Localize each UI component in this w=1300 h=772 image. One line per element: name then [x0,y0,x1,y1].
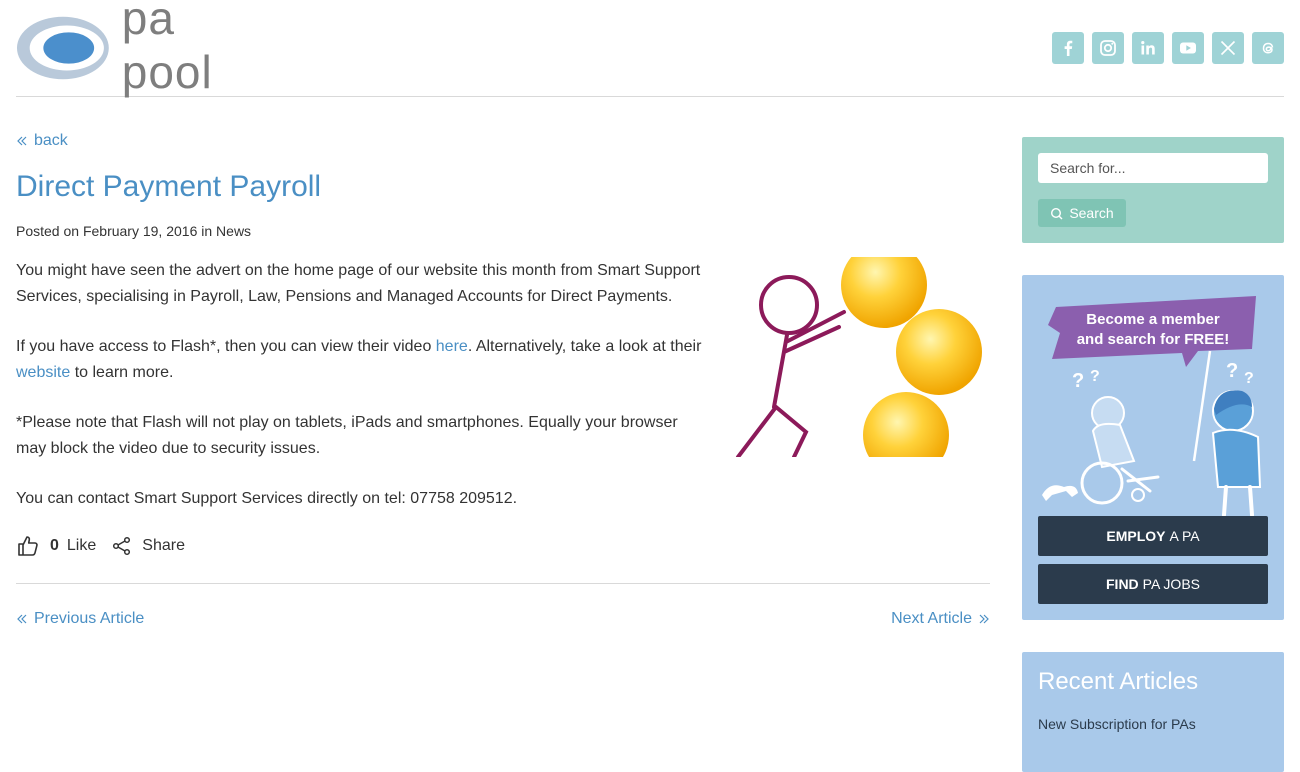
p2-text-before: If you have access to Flash*, then you c… [16,338,436,355]
share-icon [113,536,131,556]
double-chevron-right-icon [979,614,989,624]
article-divider [16,583,990,584]
next-article-link[interactable]: Next Article [891,610,990,628]
svg-text:?: ? [1090,368,1100,385]
next-article-label: Next Article [891,610,972,627]
threads-icon[interactable] [1252,32,1284,64]
p2-text-middle: . Alternatively, take a look at their [467,338,702,355]
article-meta: Posted on February 19, 2016 in News [16,223,251,239]
search-button[interactable]: Search [1038,199,1126,227]
previous-article-link[interactable]: Previous Article [16,610,144,628]
logo-text: pa pool [121,0,213,98]
paragraph-3: *Please note that Flash will not play on… [16,414,678,457]
paragraph-2: If you have access to Flash*, then you c… [16,334,706,386]
find-rest: PA JOBS [1142,576,1200,592]
paragraph-1: You might have seen the advert on the ho… [16,262,701,305]
double-chevron-left-icon [17,136,27,146]
here-link[interactable]: here [436,338,468,355]
facebook-icon[interactable] [1052,32,1084,64]
employ-rest: A PA [1169,528,1200,544]
svg-text:?: ? [1244,370,1254,387]
back-link[interactable]: back [16,132,68,150]
previous-article-label: Previous Article [34,610,145,627]
find-pa-jobs-button[interactable]: FIND PA JOBS [1038,564,1268,604]
article-title: Direct Payment Payroll [16,170,322,203]
share-button[interactable]: Share [112,536,185,556]
p2-text-after: to learn more. [70,364,174,381]
promo-line-2: and search for FREE! [1077,331,1230,348]
meta-prefix: Posted on [16,223,80,239]
pa-pool-logo[interactable]: pa pool [16,0,276,98]
sidebar-search-panel: Search [1022,137,1284,243]
like-button[interactable]: Like [67,537,96,555]
youtube-icon[interactable] [1172,32,1204,64]
recent-articles-panel: Recent Articles New Subscription for PAs [1022,652,1284,772]
back-label: back [34,132,68,149]
recent-article-link[interactable]: New Subscription for PAs [1038,716,1196,732]
social-links [1052,32,1284,64]
linkedin-icon[interactable] [1132,32,1164,64]
logo-eye-icon [16,16,109,80]
thumbs-up-icon[interactable] [16,534,40,558]
employ-a-pa-button[interactable]: EMPLOY A PA [1038,516,1268,556]
article-body: You might have seen the advert on the ho… [16,258,706,536]
share-label: Share [142,537,185,554]
meta-in: in [201,223,213,239]
search-input[interactable] [1038,153,1268,183]
svg-text:?: ? [1072,370,1084,392]
category-link[interactable]: News [216,223,251,239]
article-actions: 0 Like Share [16,534,185,558]
double-chevron-left-icon [17,614,27,624]
svg-text:?: ? [1226,360,1238,382]
find-bold: FIND [1106,576,1139,592]
employ-bold: EMPLOY [1106,528,1166,544]
search-button-label: Search [1069,205,1114,221]
x-icon[interactable] [1212,32,1244,64]
search-icon [1051,207,1063,219]
membership-promo-panel: Become a member and search for FREE! ? ?… [1022,275,1284,620]
site-header: pa pool [16,0,1284,98]
promo-line-1: Become a member [1086,311,1220,328]
recent-articles-title: Recent Articles [1038,668,1199,695]
stick-figure-coins-image [736,257,982,457]
become-member-illustration[interactable]: Become a member and search for FREE! ? ?… [1038,291,1268,517]
article-date: February 19, 2016 [82,223,198,239]
paragraph-4: You can contact Smart Support Services d… [16,490,518,507]
website-link[interactable]: website [16,364,70,381]
instagram-icon[interactable] [1092,32,1124,64]
like-count: 0 [50,537,59,554]
